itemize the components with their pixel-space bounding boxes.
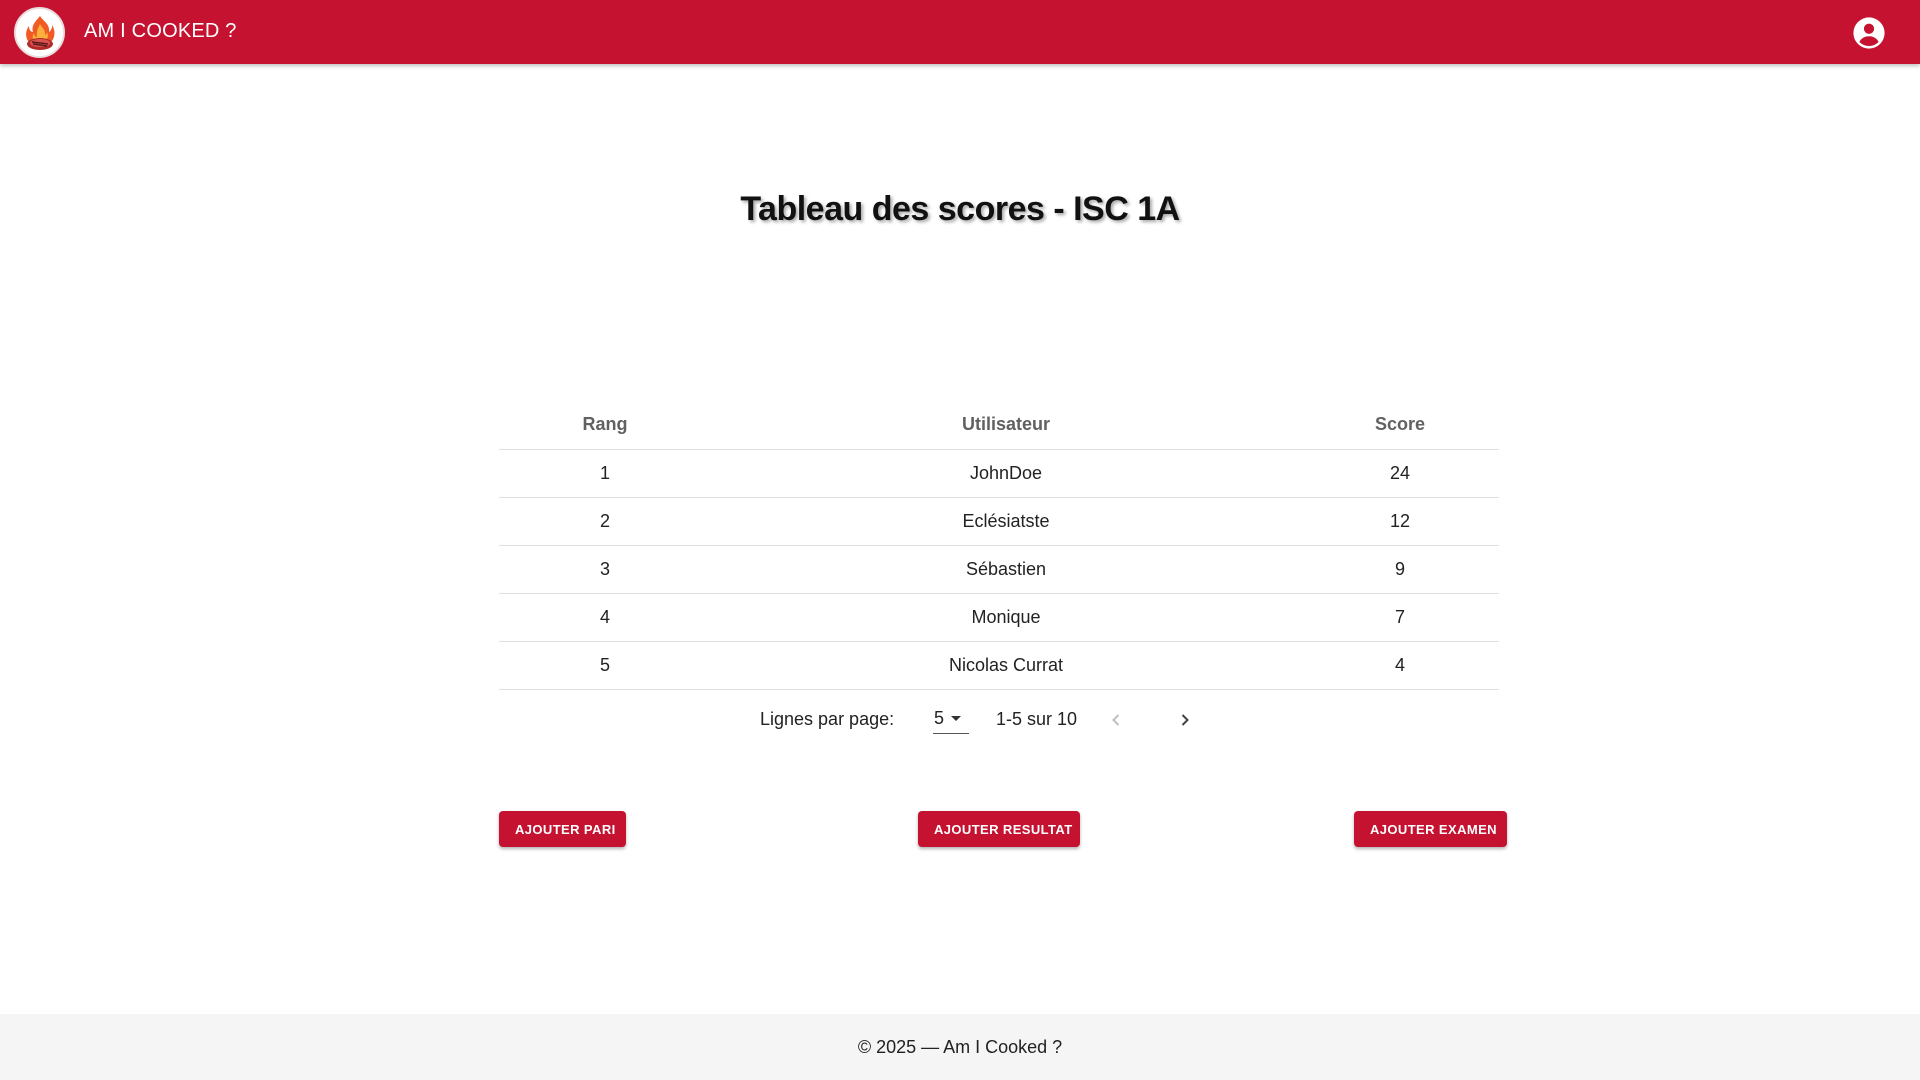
score-cell: 9: [1301, 545, 1499, 594]
add-bet-button[interactable]: AJOUTER PARI: [499, 811, 626, 847]
rank-cell: 3: [499, 545, 711, 594]
score-cell: 24: [1301, 449, 1499, 498]
footer-text: © 2025 — Am I Cooked ?: [857, 1036, 1063, 1057]
pagination-range: 1-5 sur 10: [996, 709, 1078, 729]
flame-steak-icon: [25, 15, 54, 50]
column-header-user[interactable]: Utilisateur: [711, 401, 1301, 450]
table-header-row: Rang Utilisateur Score: [499, 401, 1499, 450]
user-cell: Nicolas Currat: [711, 641, 1301, 690]
score-cell: 12: [1301, 497, 1499, 546]
add-result-button[interactable]: AJOUTER RESULTAT: [918, 811, 1080, 847]
user-cell: Eclésiatste: [711, 497, 1301, 546]
add-exam-button[interactable]: AJOUTER EXAMEN: [1354, 811, 1507, 847]
column-header-score[interactable]: Score: [1301, 401, 1499, 450]
table-row[interactable]: 1 JohnDoe 24: [499, 449, 1499, 498]
app-bar: AM I COOKED ?: [0, 0, 1920, 64]
previous-page-button[interactable]: [1104, 708, 1128, 732]
chevron-left-icon: [1112, 714, 1120, 726]
rank-cell: 5: [499, 641, 711, 690]
leaderboard-table: Rang Utilisateur Score 1 JohnDoe 24 2 Ec…: [499, 401, 1499, 690]
rank-cell: 4: [499, 593, 711, 642]
table-row[interactable]: 5 Nicolas Currat 4: [499, 641, 1499, 690]
account-button[interactable]: [1852, 16, 1886, 50]
app-logo[interactable]: [14, 7, 65, 58]
dropdown-caret-icon: [951, 716, 962, 721]
rank-cell: 1: [499, 449, 711, 498]
rows-per-page-value: 5: [934, 708, 945, 728]
rows-per-page-select[interactable]: 5: [933, 704, 969, 734]
user-cell: Sébastien: [711, 545, 1301, 594]
score-cell: 4: [1301, 641, 1499, 690]
table-pagination: Lignes par page: 5 1-5 sur 10: [0, 704, 1920, 736]
footer: © 2025 — Am I Cooked ?: [0, 1014, 1920, 1080]
table-row[interactable]: 4 Monique 7: [499, 593, 1499, 642]
page-title: Tableau des scores - ISC 1A: [740, 190, 1180, 228]
next-page-button[interactable]: [1173, 708, 1197, 732]
rows-per-page-label: Lignes par page:: [760, 709, 895, 729]
account-circle-icon: [1853, 17, 1885, 49]
rank-cell: 2: [499, 497, 711, 546]
user-cell: JohnDoe: [711, 449, 1301, 498]
app-title: AM I COOKED ?: [84, 20, 237, 42]
table-row[interactable]: 2 Eclésiatste 12: [499, 497, 1499, 546]
user-cell: Monique: [711, 593, 1301, 642]
column-header-rank[interactable]: Rang: [499, 401, 711, 450]
table-row[interactable]: 3 Sébastien 9: [499, 545, 1499, 594]
score-cell: 7: [1301, 593, 1499, 642]
chevron-right-icon: [1181, 714, 1189, 726]
